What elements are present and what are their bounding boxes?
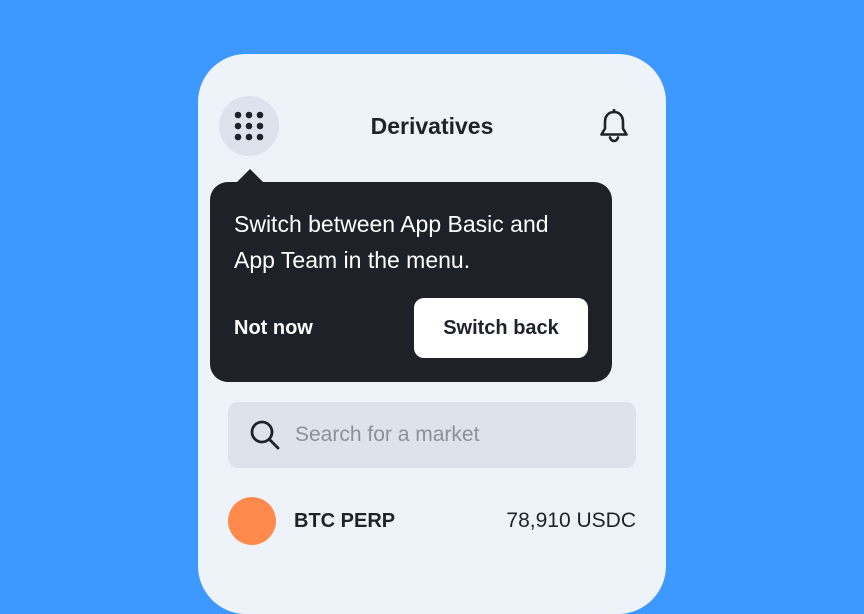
market-name: BTC PERP (294, 509, 396, 532)
switch-back-button[interactable]: Switch back (414, 298, 588, 358)
tooltip-actions: Not now Switch back (234, 298, 588, 358)
market-row[interactable]: BTC PERP 78,910 USDC (228, 496, 636, 546)
market-coin-icon (228, 497, 276, 545)
tooltip-arrow (236, 169, 264, 183)
bell-icon (600, 109, 628, 143)
notifications-button[interactable] (596, 108, 632, 144)
tooltip-message: Switch between App Basic and App Team in… (234, 211, 549, 273)
market-price: 78,910 USDC (506, 509, 636, 532)
not-now-button[interactable]: Not now (234, 317, 313, 340)
switch-app-tooltip: Switch between App Basic and App Team in… (210, 169, 612, 382)
search-icon (248, 418, 282, 452)
search-input[interactable] (295, 423, 615, 447)
market-search[interactable] (228, 402, 636, 468)
